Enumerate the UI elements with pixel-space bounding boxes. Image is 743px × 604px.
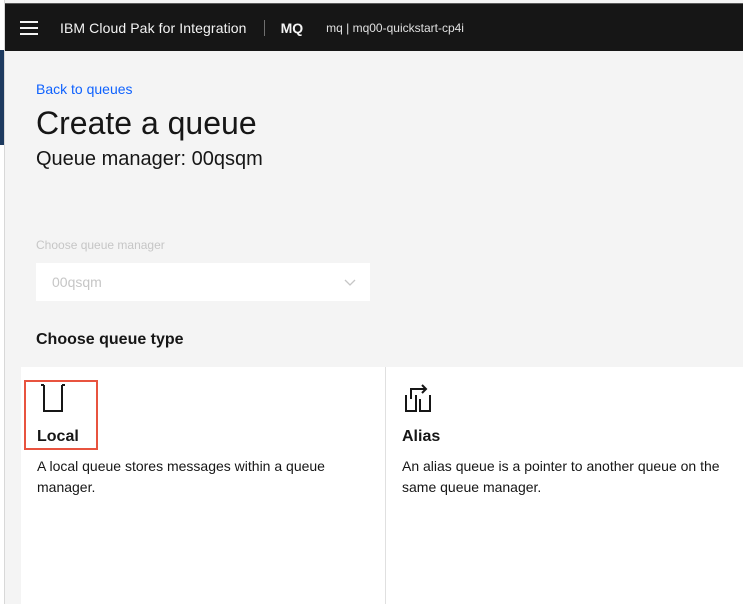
page-subtitle: Queue manager: 00qsqm	[36, 148, 263, 170]
instance-name: mq | mq00-quickstart-cp4i	[326, 20, 464, 35]
main-content: Back to queues Create a queue Queue mana…	[5, 51, 743, 604]
queue-manager-select[interactable]: 00qsqm	[36, 263, 370, 301]
queue-manager-value: 00qsqm	[52, 274, 102, 290]
queue-manager-label: Choose queue manager	[36, 238, 165, 252]
local-queue-icon	[41, 384, 65, 412]
top-header: IBM Cloud Pak for Integration MQ mq | mq…	[5, 3, 743, 51]
page-title: Create a queue	[36, 105, 257, 141]
product-name[interactable]: IBM Cloud Pak for Integration	[60, 20, 247, 36]
tile-local-name: Local	[37, 428, 79, 445]
tile-local-description: A local queue stores messages within a q…	[37, 458, 325, 495]
header-divider	[263, 19, 265, 36]
tile-alias-description: An alias queue is a pointer to another q…	[402, 458, 720, 495]
app-name[interactable]: MQ	[281, 20, 304, 36]
tile-local-queue[interactable]: Local A local queue stores messages with…	[21, 367, 385, 604]
tile-alias-queue[interactable]: Alias An alias queue is a pointer to ano…	[386, 367, 743, 604]
tile-alias-name: Alias	[402, 428, 441, 445]
queue-type-tiles: Local A local queue stores messages with…	[21, 367, 743, 604]
chevron-down-icon	[344, 279, 356, 286]
back-to-queues-link[interactable]: Back to queues	[36, 81, 133, 97]
alias-queue-icon	[405, 384, 431, 412]
queue-type-heading: Choose queue type	[36, 331, 184, 348]
menu-icon[interactable]	[5, 4, 53, 52]
